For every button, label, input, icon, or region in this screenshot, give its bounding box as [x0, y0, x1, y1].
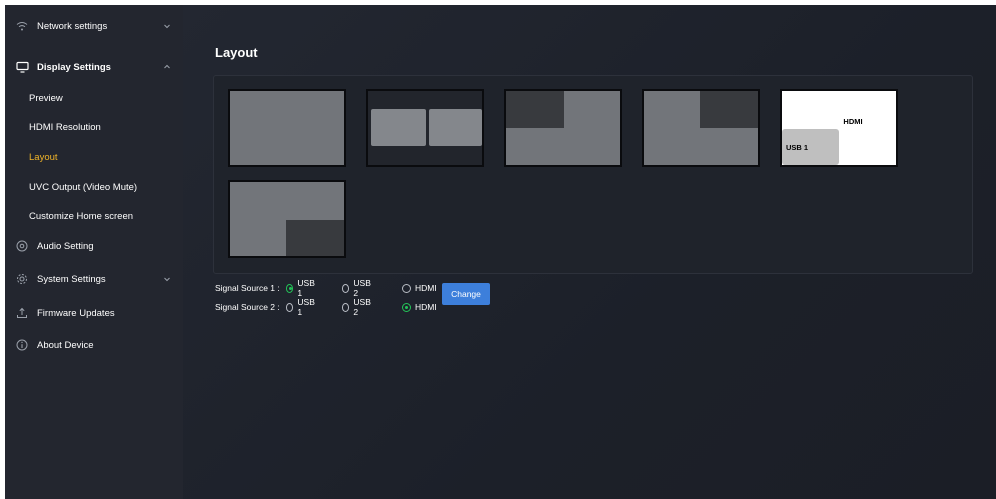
sidebar-item-hdmi-resolution[interactable]: HDMI Resolution: [5, 115, 183, 139]
sidebar: Network settings Display Settings Previe…: [5, 5, 183, 499]
wifi-icon: [15, 19, 29, 33]
change-button[interactable]: Change: [442, 283, 490, 305]
radio-unchecked-icon: [286, 302, 294, 312]
sidebar-item-label: Firmware Updates: [37, 307, 115, 319]
page-title: Layout: [215, 45, 258, 60]
radio-checked-icon: [286, 283, 294, 293]
layout-panel: HDMI USB 1: [213, 75, 973, 274]
sidebar-item-label: Preview: [29, 92, 63, 104]
sidebar-item-preview[interactable]: Preview: [5, 86, 183, 110]
info-icon: [15, 338, 29, 352]
sidebar-item-firmware-updates[interactable]: Firmware Updates: [5, 301, 183, 325]
signal-source-1-usb2-radio[interactable]: USB 2: [342, 278, 372, 298]
signal-source-label: Signal Source 1 :: [215, 283, 280, 293]
layout-option-full[interactable]: [228, 89, 346, 167]
sidebar-item-label: Customize Home screen: [29, 210, 134, 222]
chevron-down-icon: [162, 274, 172, 284]
layout-pane-right: [429, 109, 482, 146]
radio-unchecked-icon: [342, 302, 350, 312]
upload-icon: [15, 306, 29, 320]
sidebar-item-label: Network settings: [37, 20, 108, 32]
layout-option-pip-top-left[interactable]: [504, 89, 622, 167]
sidebar-item-layout[interactable]: Layout: [5, 145, 183, 169]
sidebar-item-label: UVC Output (Video Mute): [29, 181, 138, 193]
gear-icon: [15, 272, 29, 286]
layout-pip-pane: [700, 91, 758, 128]
signal-source-1-hdmi-radio[interactable]: HDMI: [402, 283, 437, 293]
radio-checked-icon: [402, 302, 411, 312]
layout-pip-pane: USB 1: [782, 129, 839, 165]
sidebar-item-network-settings[interactable]: Network settings: [5, 14, 183, 38]
sidebar-item-uvc-output[interactable]: UVC Output (Video Mute): [5, 175, 183, 199]
sidebar-item-label: About Device: [37, 339, 94, 351]
app-window: Network settings Display Settings Previe…: [5, 5, 996, 499]
layout-pip-pane: [286, 220, 344, 256]
sidebar-item-customize-home-screen[interactable]: Customize Home screen: [5, 204, 183, 228]
radio-unchecked-icon: [342, 283, 350, 293]
chevron-down-icon: [162, 21, 172, 31]
main-content: Layout HDMI USB 1 Signal Source 1: USB …: [183, 5, 996, 499]
sidebar-item-about-device[interactable]: About Device: [5, 333, 183, 357]
layout-option-pip-bottom-right[interactable]: [228, 180, 346, 258]
signal-source-1-usb1-radio[interactable]: USB 1: [286, 278, 316, 298]
layout-option-pip-top-right[interactable]: [642, 89, 760, 167]
layout-pip-pane: [506, 91, 564, 128]
signal-source-2-hdmi-radio[interactable]: HDMI: [402, 302, 437, 312]
layout-pip-label: USB 1: [786, 143, 809, 152]
signal-source-2-row: Signal Source 2 : USB 1 USB 2 HDMI: [215, 297, 437, 317]
audio-icon: [15, 239, 29, 253]
sidebar-item-label: System Settings: [37, 273, 106, 285]
layout-main-label: HDMI: [843, 117, 863, 126]
layout-option-side-by-side[interactable]: [366, 89, 484, 167]
chevron-up-icon: [162, 62, 172, 72]
sidebar-item-label: Audio Setting: [37, 240, 94, 252]
sidebar-item-system-settings[interactable]: System Settings: [5, 267, 183, 291]
signal-source-2-usb2-radio[interactable]: USB 2: [342, 297, 372, 317]
radio-unchecked-icon: [402, 283, 411, 293]
layout-option-pip-bottom-left-selected[interactable]: HDMI USB 1: [780, 89, 898, 167]
signal-source-label: Signal Source 2 :: [215, 302, 280, 312]
signal-source-1-row: Signal Source 1 : USB 1 USB 2 HDMI: [215, 278, 437, 298]
sidebar-item-audio-setting[interactable]: Audio Setting: [5, 234, 183, 258]
layout-pane-left: [371, 109, 426, 146]
signal-source-2-usb1-radio[interactable]: USB 1: [286, 297, 316, 317]
sidebar-item-label: Layout: [29, 151, 58, 163]
sidebar-item-label: HDMI Resolution: [29, 121, 101, 133]
sidebar-item-label: Display Settings: [37, 61, 111, 73]
sidebar-item-display-settings[interactable]: Display Settings: [5, 55, 183, 79]
monitor-icon: [15, 60, 29, 74]
